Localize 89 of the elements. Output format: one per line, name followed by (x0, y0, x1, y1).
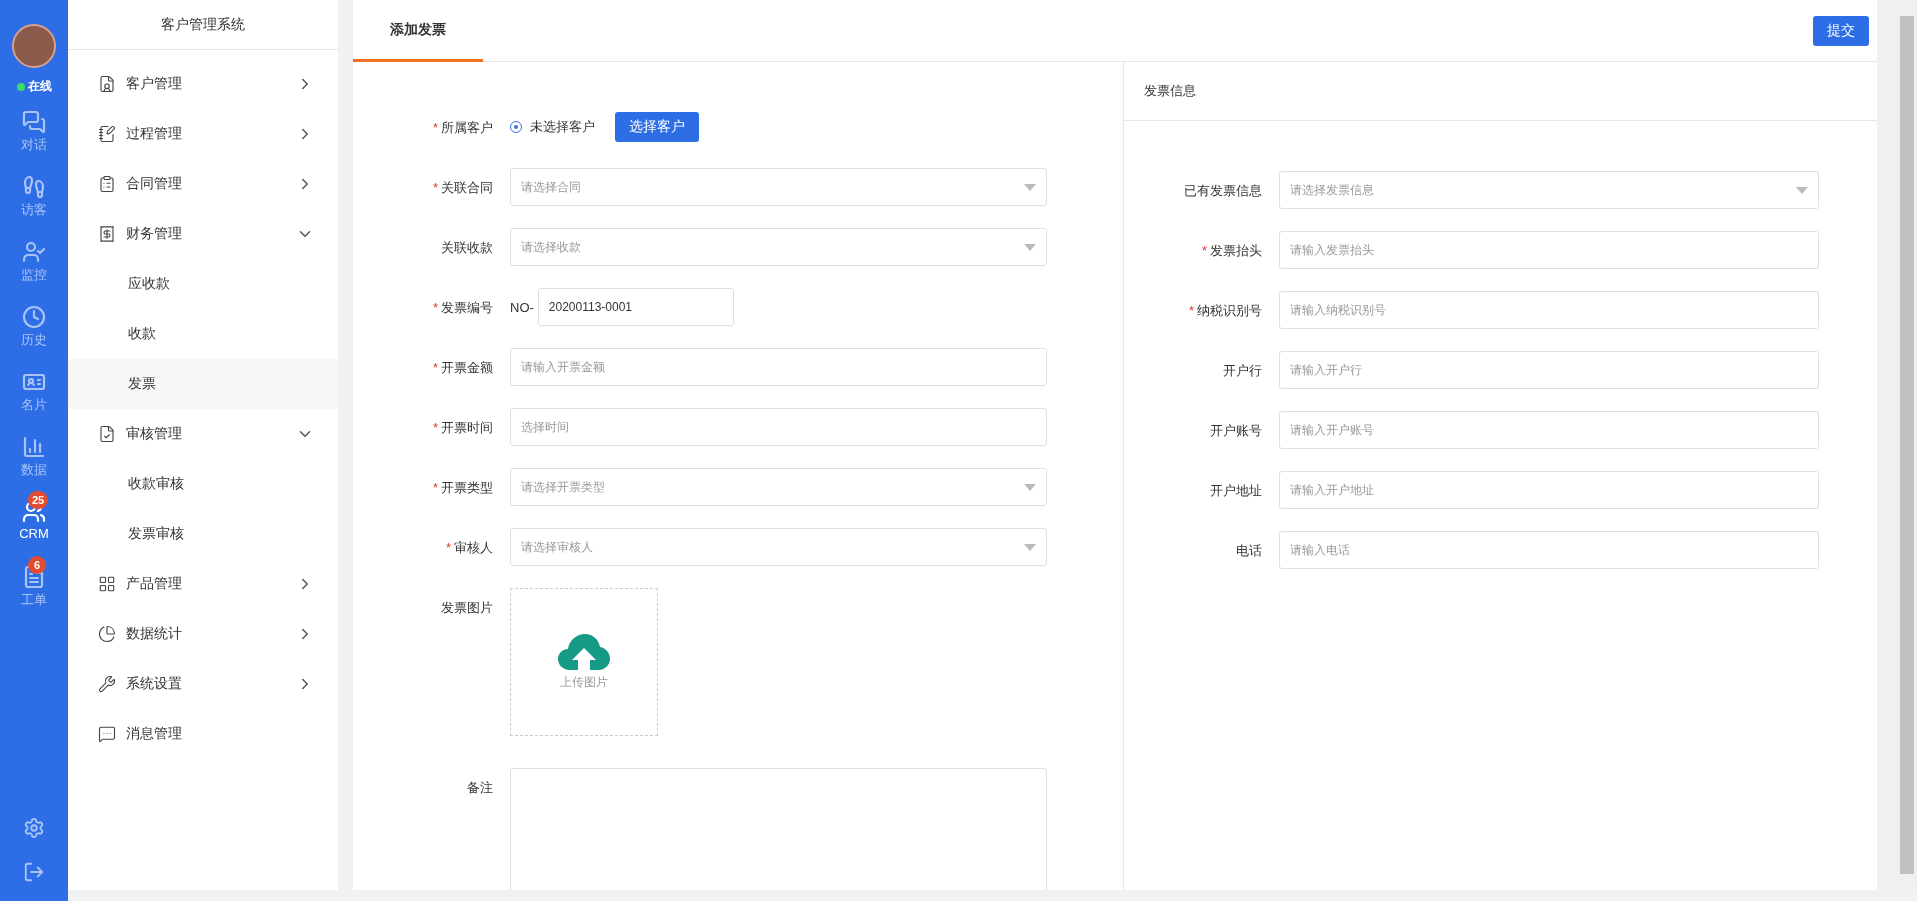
caret-icon (1024, 243, 1036, 251)
section-title: 发票信息 (1124, 62, 1877, 121)
tab[interactable]: 添加发票 (353, 0, 483, 62)
field-label: * 纳税识别号 (1187, 302, 1262, 320)
rail-icon (22, 240, 46, 264)
field-label: 开户账号 (1209, 422, 1262, 440)
menu-item[interactable]: 合同管理 (68, 159, 338, 209)
submenu-item[interactable]: 收款 (68, 309, 338, 359)
input-field[interactable]: 请输入开户地址 (1279, 471, 1819, 509)
submenu-item[interactable]: 收款审核 (68, 459, 338, 509)
rail-icon (22, 305, 46, 329)
submit-button[interactable]: 提交 (1813, 15, 1869, 46)
rail-item[interactable]: 工单 6 (6, 556, 62, 615)
input-field[interactable]: 20200113-0001 (537, 288, 734, 326)
menu-icon (98, 575, 116, 593)
radio-label: 未选择客户 (530, 118, 595, 136)
caret-icon (1024, 483, 1036, 491)
caret-icon (1024, 543, 1036, 551)
select-field[interactable]: 请选择合同 (510, 168, 1047, 206)
menu-icon (98, 75, 116, 93)
field-label: 开户地址 (1209, 482, 1262, 500)
input-field[interactable]: 请输入开票金额 (510, 348, 1047, 386)
upload-area[interactable]: 上传图片 (510, 588, 658, 736)
field-label: * 发票抬头 (1200, 242, 1262, 260)
field-label: * 所属客户 (431, 119, 493, 137)
field-label: 电话 (1235, 542, 1262, 560)
rail-icon (22, 435, 46, 459)
select-customer-button[interactable]: 选择客户 (615, 112, 699, 142)
input-field[interactable]: 请输入发票抬头 (1279, 231, 1819, 269)
count-badge: 25 (28, 491, 49, 509)
submenu-item[interactable]: 应收款 (68, 259, 338, 309)
cloud-upload-icon (558, 633, 610, 670)
rail-icon (22, 175, 46, 199)
field-label: 发票图片 (440, 599, 493, 617)
menu-icon (98, 675, 116, 693)
menu-icon (98, 225, 116, 243)
count-badge: 6 (28, 556, 46, 574)
online-status: 在线 (16, 78, 52, 95)
input-field[interactable]: 请输入电话 (1279, 531, 1819, 569)
caret-icon (1796, 186, 1808, 194)
menu-item[interactable]: 财务管理 (68, 209, 338, 259)
submenu-item[interactable]: 发票 (68, 359, 338, 409)
field-label: 关联收款 (440, 239, 493, 257)
caret-icon (1024, 183, 1036, 191)
menu-item[interactable]: 消息管理 (68, 709, 338, 759)
menu-icon (98, 725, 116, 743)
field-label: 备注 (466, 779, 493, 797)
input-field[interactable]: 选择时间 (510, 408, 1047, 446)
field-label: * 审核人 (444, 539, 493, 557)
input-field[interactable]: 请输入纳税识别号 (1279, 291, 1819, 329)
radio-option[interactable]: 未选择客户 (510, 118, 595, 136)
rail-icon (22, 110, 46, 134)
field-label: 已有发票信息 (1183, 182, 1262, 200)
field-label: * 开票金额 (431, 359, 493, 377)
logout-icon[interactable] (23, 861, 45, 883)
field-label: 开户行 (1222, 362, 1262, 380)
rail-item[interactable]: 监控 (6, 231, 62, 290)
rail-item[interactable]: CRM 25 (6, 491, 62, 550)
field-label: * 开票时间 (431, 419, 493, 437)
select-field[interactable]: 请选择发票信息 (1279, 171, 1819, 209)
menu-item[interactable]: 过程管理 (68, 109, 338, 159)
rail-item[interactable]: 访客 (6, 166, 62, 225)
field-label: * 发票编号 (431, 299, 493, 317)
submenu-item[interactable]: 发票审核 (68, 509, 338, 559)
rail-item[interactable]: 数据 (6, 426, 62, 485)
prefix-text: NO- (510, 299, 534, 315)
textarea-field[interactable] (510, 768, 1047, 890)
menu-icon (98, 175, 116, 193)
menu-item[interactable]: 系统设置 (68, 659, 338, 709)
avatar[interactable] (12, 24, 56, 68)
field-label: * 关联合同 (431, 179, 493, 197)
menu-item[interactable]: 客户管理 (68, 59, 338, 109)
menu-icon (98, 425, 116, 443)
settings-icon[interactable] (23, 817, 45, 839)
sidebar-title: 客户管理系统 (68, 0, 338, 50)
menu-item[interactable]: 审核管理 (68, 409, 338, 459)
rail-item[interactable]: 名片 (6, 361, 62, 420)
rail-item[interactable]: 历史 (6, 296, 62, 355)
menu-item[interactable]: 数据统计 (68, 609, 338, 659)
rail-item[interactable]: 对话 (6, 101, 62, 160)
menu-icon (98, 625, 116, 643)
menu-icon (98, 125, 116, 143)
input-field[interactable]: 请输入开户账号 (1279, 411, 1819, 449)
input-field[interactable]: 请输入开户行 (1279, 351, 1819, 389)
select-field[interactable]: 请选择审核人 (510, 528, 1047, 566)
menu-item[interactable]: 产品管理 (68, 559, 338, 609)
select-field[interactable]: 请选择开票类型 (510, 468, 1047, 506)
field-label: * 开票类型 (431, 479, 493, 497)
select-field[interactable]: 请选择收款 (510, 228, 1047, 266)
